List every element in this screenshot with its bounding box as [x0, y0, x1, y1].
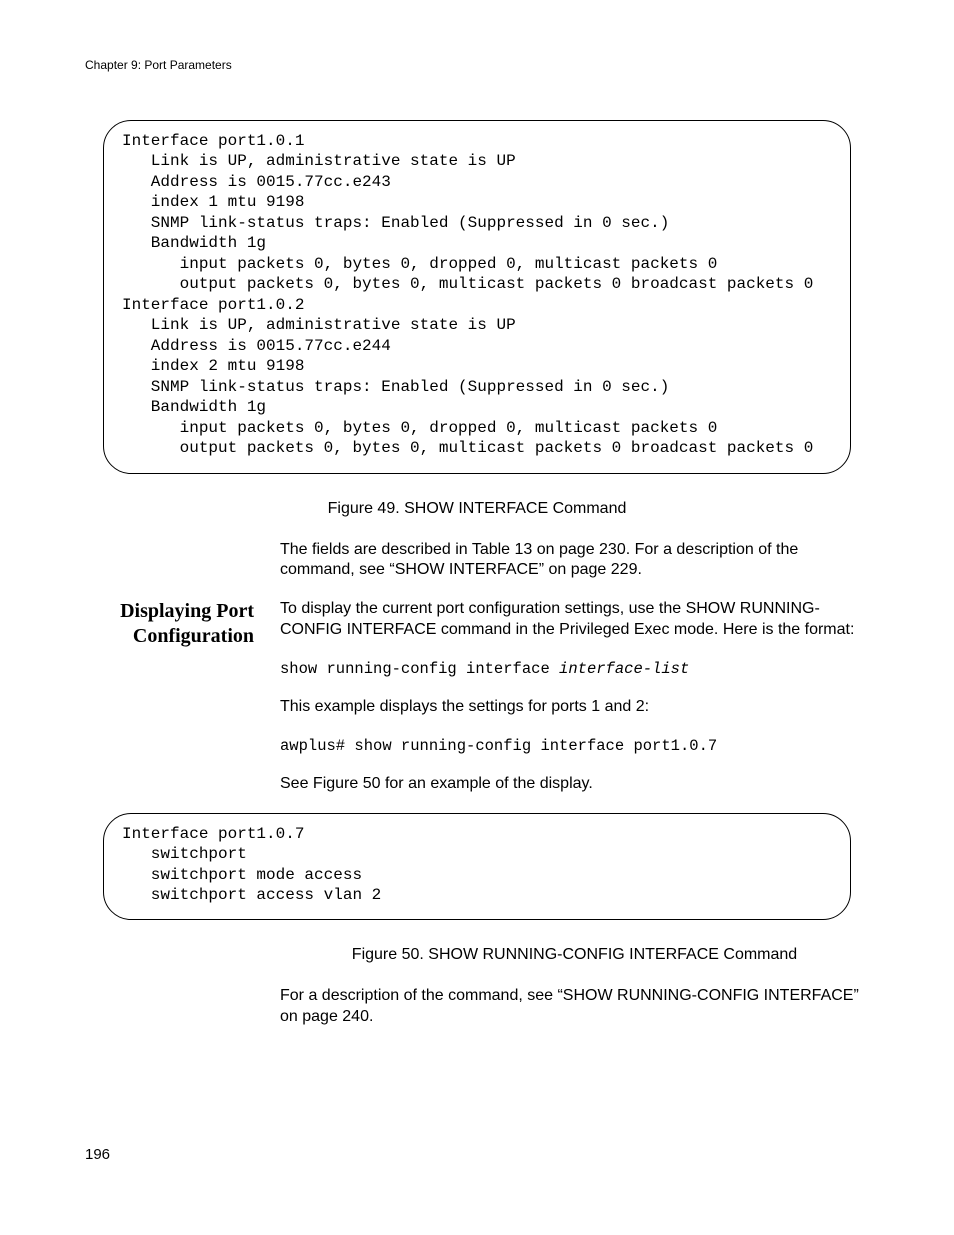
code-block-show-interface: Interface port1.0.1 Link is UP, administ…	[103, 120, 851, 474]
command-format: show running-config interface interface-…	[280, 659, 869, 679]
page-number: 196	[85, 1146, 110, 1163]
section-displaying-port-config: Displaying Port Configuration To display…	[85, 599, 869, 812]
section-body: To display the current port configuratio…	[280, 599, 869, 812]
figure-50-caption: Figure 50. SHOW RUNNING-CONFIG INTERFACE…	[280, 946, 869, 964]
command-example: awplus# show running-config interface po…	[280, 736, 869, 756]
paragraph-see-figure: See Figure 50 for an example of the disp…	[280, 774, 869, 795]
paragraph-intro: To display the current port configuratio…	[280, 599, 869, 641]
figure-49-caption: Figure 49. SHOW INTERFACE Command	[85, 500, 869, 518]
section-heading: Displaying Port Configuration	[85, 599, 280, 649]
paragraph-description-ref: For a description of the command, see “S…	[280, 986, 869, 1028]
code-block-running-config: Interface port1.0.7 switchport switchpor…	[103, 813, 851, 921]
paragraph-example-intro: This example displays the settings for p…	[280, 697, 869, 718]
running-header: Chapter 9: Port Parameters	[85, 58, 869, 72]
cmd-prefix: show running-config interface	[280, 660, 559, 678]
page: Chapter 9: Port Parameters Interface por…	[0, 0, 954, 1235]
body-paragraph: The fields are described in Table 13 on …	[280, 540, 869, 582]
paragraph-fields-described: The fields are described in Table 13 on …	[280, 540, 869, 582]
body-paragraph-2: For a description of the command, see “S…	[280, 986, 869, 1028]
cmd-argument: interface-list	[559, 660, 689, 678]
